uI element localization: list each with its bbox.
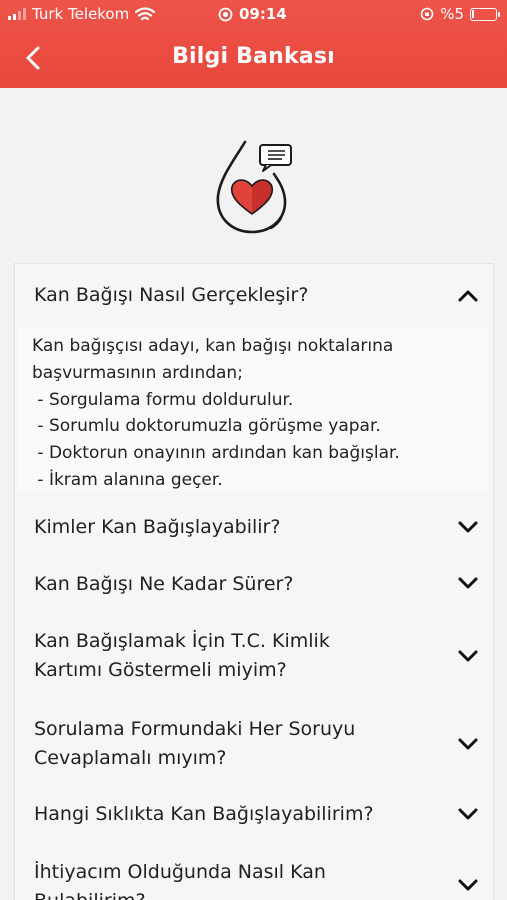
faq-item-kan-bagisi-nasil[interactable]: Kan Bağışı Nasıl Gerçekleşir? bbox=[15, 264, 493, 327]
faq-accordion: Kan Bağışı Nasıl Gerçekleşir? Kan bağışç… bbox=[14, 263, 494, 900]
faq-question: İhtiyacım Olduğunda Nasıl Kan Bulabiliri… bbox=[34, 858, 433, 900]
faq-item-sorulama-formu[interactable]: Sorulama Formundaki Her Soruyu Cevaplama… bbox=[15, 702, 493, 788]
chevron-down-icon[interactable] bbox=[457, 650, 479, 664]
signal-icon bbox=[8, 8, 26, 20]
battery-label: %5 bbox=[440, 5, 464, 23]
chevron-down-icon[interactable] bbox=[457, 521, 479, 535]
time-label: 09:14 bbox=[239, 5, 287, 23]
rotation-lock-icon bbox=[420, 7, 434, 21]
faq-question: Sorulama Formundaki Her Soruyu Cevaplama… bbox=[34, 715, 433, 773]
faq-question-line: Sorulama Formundaki Her Soruyu bbox=[34, 718, 356, 740]
chevron-down-icon[interactable] bbox=[457, 808, 479, 822]
faq-question: Kimler Kan Bağışlayabilir? bbox=[34, 516, 281, 538]
status-left: Turk Telekom bbox=[8, 5, 156, 23]
blood-drop-heart-icon bbox=[216, 140, 292, 234]
faq-question: Hangi Sıklıkta Kan Bağışlayabilirim? bbox=[34, 803, 374, 825]
faq-question-line: Bulabilirim? bbox=[34, 887, 433, 900]
chevron-down-icon[interactable] bbox=[457, 738, 479, 752]
chevron-up-icon[interactable] bbox=[457, 288, 479, 302]
faq-item-kimlik[interactable]: Kan Bağışlamak İçin T.C. Kimlik Kartımı … bbox=[15, 614, 493, 702]
status-center: 09:14 bbox=[218, 5, 287, 23]
faq-item-nasil-kan-bulabilirim[interactable]: İhtiyacım Olduğunda Nasıl Kan Bulabiliri… bbox=[15, 848, 493, 900]
faq-question-line: Kan Bağışlamak İçin T.C. Kimlik bbox=[34, 630, 330, 652]
answer-line: başvurmasının ardından; bbox=[32, 362, 243, 383]
answer-line: - Doktorun onayının ardından kan bağışla… bbox=[32, 443, 400, 464]
app-header: Turk Telekom 09:14 %5 Bilgi Bankası bbox=[0, 0, 507, 88]
faq-question: Kan Bağışı Ne Kadar Sürer? bbox=[34, 573, 294, 595]
answer-line: - Sorumlu doktorumuzla görüşme yapar. bbox=[32, 416, 381, 437]
faq-item-ne-kadar-surer[interactable]: Kan Bağışı Ne Kadar Sürer? bbox=[15, 556, 493, 614]
faq-question-line: Kartımı Göstermeli miyim? bbox=[34, 659, 287, 681]
faq-question: Kan Bağışı Nasıl Gerçekleşir? bbox=[34, 284, 309, 306]
faq-question-line: Cevaplamalı mıyım? bbox=[34, 747, 227, 769]
carrier-label: Turk Telekom bbox=[32, 5, 130, 23]
faq-item-kimler[interactable]: Kimler Kan Bağışlayabilir? bbox=[15, 500, 493, 556]
chevron-down-icon[interactable] bbox=[457, 577, 479, 591]
chevron-down-icon[interactable] bbox=[457, 879, 479, 893]
alarm-icon bbox=[218, 7, 233, 21]
nav-bar: Bilgi Bankası bbox=[0, 32, 507, 84]
answer-line: - İkram alanına geçer. bbox=[32, 469, 223, 490]
wifi-icon bbox=[135, 6, 156, 20]
faq-answer: Kan bağışçısı adayı, kan bağışı noktalar… bbox=[18, 327, 488, 491]
faq-question-line: İhtiyacım Olduğunda Nasıl Kan bbox=[34, 861, 326, 883]
status-right: %5 bbox=[420, 5, 500, 23]
status-bar: Turk Telekom 09:14 %5 bbox=[0, 0, 507, 30]
answer-line: - Sorgulama formu doldurulur. bbox=[32, 389, 294, 410]
answer-line: Kan bağışçısı adayı, kan bağışı noktalar… bbox=[32, 336, 394, 356]
battery-icon bbox=[470, 7, 500, 21]
page-title: Bilgi Bankası bbox=[172, 44, 335, 69]
faq-question: Kan Bağışlamak İçin T.C. Kimlik Kartımı … bbox=[34, 627, 433, 685]
faq-item-siklik[interactable]: Hangi Sıklıkta Kan Bağışlayabilirim? bbox=[15, 788, 493, 848]
